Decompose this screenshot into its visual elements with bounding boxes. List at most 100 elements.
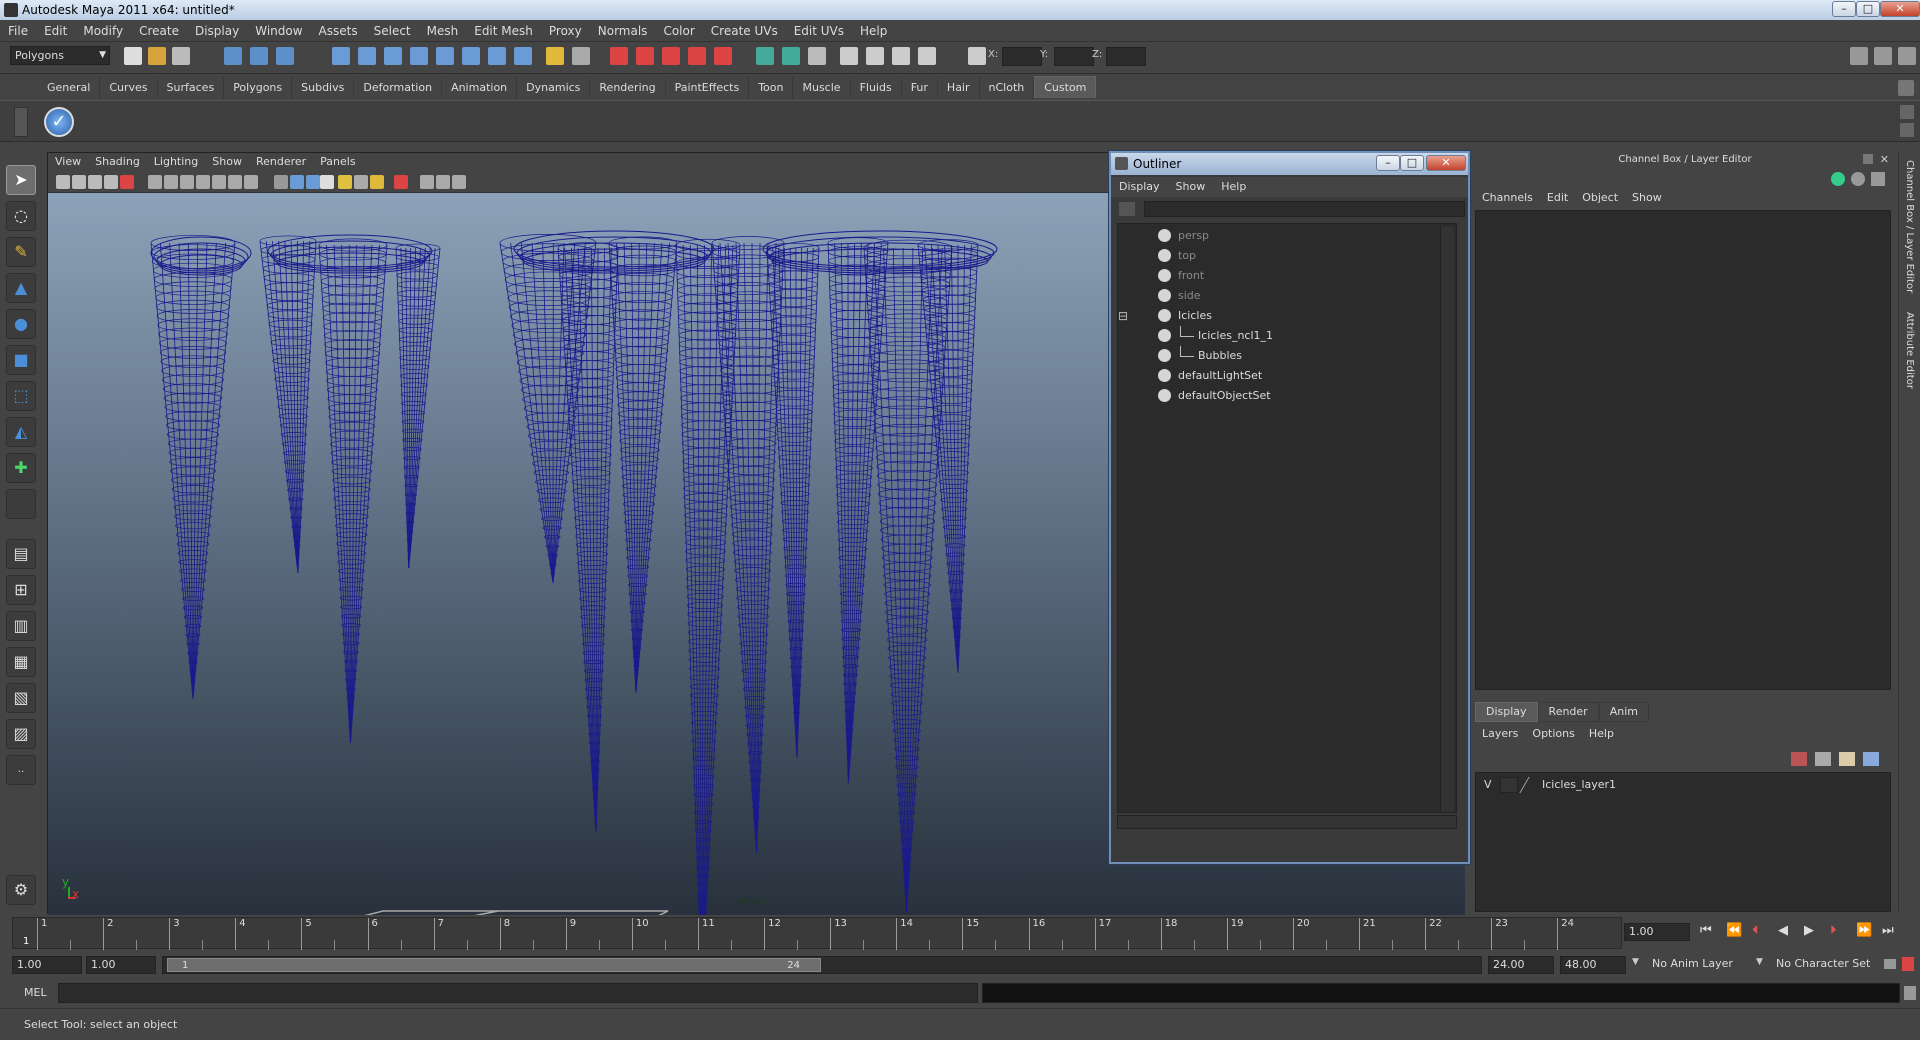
lasso-tool-icon[interactable]: ◌ xyxy=(6,201,36,231)
shelf-scroll-up-icon[interactable] xyxy=(1900,105,1914,119)
channel-box-close-icon[interactable]: ✕ xyxy=(1880,153,1889,166)
menu-edit-uvs[interactable]: Edit UVs xyxy=(786,20,852,42)
current-time-field[interactable]: 1.00 xyxy=(1624,923,1690,941)
layer-color-swatch[interactable] xyxy=(1519,777,1543,793)
shelf-tab-general[interactable]: General xyxy=(38,77,101,99)
shelf-tab-rendering[interactable]: Rendering xyxy=(590,77,666,99)
smooth-shading-icon[interactable] xyxy=(290,175,304,189)
snap-view-plane-icon[interactable] xyxy=(462,47,480,65)
move-tool-icon[interactable]: ▲ xyxy=(6,273,36,303)
step-back-frame-icon[interactable]: ⏪ xyxy=(1726,923,1742,938)
menu-assets[interactable]: Assets xyxy=(311,20,366,42)
anim-layer-select[interactable]: No Anim Layer xyxy=(1648,956,1758,974)
shadows-icon[interactable] xyxy=(354,175,368,189)
outliner-item-top[interactable]: top xyxy=(1118,246,1456,266)
animation-end-field[interactable]: 48.00 xyxy=(1560,956,1626,974)
viewport-menu-lighting[interactable]: Lighting xyxy=(147,153,205,171)
absolute-transform-icon[interactable] xyxy=(866,47,884,65)
select-tool-icon[interactable]: ➤ xyxy=(6,165,36,195)
channel-box-speed-icon[interactable] xyxy=(1851,172,1865,186)
smooth-wire-shading-icon[interactable] xyxy=(306,175,320,189)
animation-preferences-icon[interactable] xyxy=(1902,957,1914,971)
shelf-tab-fur[interactable]: Fur xyxy=(902,77,938,99)
outliner-titlebar[interactable]: Outliner – □ ✕ xyxy=(1111,153,1468,175)
range-slider-track[interactable]: 1 24 xyxy=(162,956,1482,974)
outliner-item-bubbles[interactable]: Bubbles xyxy=(1118,346,1456,366)
four-view-layout-icon[interactable]: ⊞ xyxy=(6,575,36,605)
shelf-tab-painteffects[interactable]: PaintEffects xyxy=(666,77,750,99)
playback-start-field[interactable]: 1.00 xyxy=(86,956,156,974)
outliner-item-side[interactable]: side xyxy=(1118,286,1456,306)
layer-visibility-toggle[interactable]: V xyxy=(1484,775,1492,795)
menu-color[interactable]: Color xyxy=(655,20,702,42)
collapse-toggle-icon[interactable]: ⊟ xyxy=(1118,306,1128,326)
outliner-item-front[interactable]: front xyxy=(1118,266,1456,286)
shelf-tab-dynamics[interactable]: Dynamics xyxy=(517,77,591,99)
script-editor-icon[interactable]: ⚙ xyxy=(6,875,36,905)
ambient-occlusion-icon[interactable] xyxy=(370,175,384,189)
tab-attribute-editor[interactable]: Attribute Editor xyxy=(1901,312,1917,389)
go-to-start-icon[interactable]: ⏮ xyxy=(1700,923,1712,938)
new-scene-icon[interactable] xyxy=(124,47,142,65)
last-tool-slot[interactable] xyxy=(6,489,36,519)
outliner-filter-icon[interactable] xyxy=(1119,202,1135,216)
time-slider[interactable]: 1 1 2 3 4 5 6 7 8 9 10 11 12 13 14 15 16 17 18 19 20 21 22 23 2… xyxy=(12,917,1622,950)
shelf-tab-polygons[interactable]: Polygons xyxy=(224,77,293,99)
outliner-maximize-button[interactable]: □ xyxy=(1400,155,1424,171)
menu-select[interactable]: Select xyxy=(366,20,419,42)
use-all-lights-icon[interactable] xyxy=(338,175,352,189)
y-coordinate-field[interactable] xyxy=(1054,47,1094,66)
menu-normals[interactable]: Normals xyxy=(590,20,656,42)
menu-display[interactable]: Display xyxy=(187,20,247,42)
select-component-icon[interactable] xyxy=(276,47,294,65)
snap-curve-icon[interactable] xyxy=(410,47,428,65)
safe-action-icon[interactable] xyxy=(228,175,242,189)
layer-menu-help[interactable]: Help xyxy=(1582,724,1621,744)
layout-options-icon[interactable]: ‥ xyxy=(6,755,36,785)
open-scene-icon[interactable] xyxy=(148,47,166,65)
textures-icon[interactable] xyxy=(320,175,334,189)
highlight-selection-icon[interactable] xyxy=(358,47,376,65)
shelf-tab-custom[interactable]: Custom xyxy=(1034,76,1097,98)
menu-create[interactable]: Create xyxy=(131,20,187,42)
z-coordinate-field[interactable] xyxy=(1106,47,1146,66)
menu-help[interactable]: Help xyxy=(852,20,895,42)
isolate-select-icon[interactable] xyxy=(394,175,408,189)
minimize-button[interactable]: – xyxy=(1832,1,1856,17)
layer-tab-anim[interactable]: Anim xyxy=(1598,702,1649,722)
xray-joints-icon[interactable] xyxy=(436,175,450,189)
attribute-editor-icon[interactable] xyxy=(1898,47,1916,65)
menu-edit-mesh[interactable]: Edit Mesh xyxy=(466,20,541,42)
command-input[interactable] xyxy=(58,983,978,1003)
make-live-icon[interactable] xyxy=(488,47,506,65)
transform-mode-icon[interactable] xyxy=(968,47,986,65)
persp-graph-layout-icon[interactable]: ▦ xyxy=(6,647,36,677)
single-perspective-layout-icon[interactable]: ▤ xyxy=(6,539,36,569)
shelf-tab-hair[interactable]: Hair xyxy=(938,77,980,99)
key-icon[interactable] xyxy=(1884,959,1896,969)
shelf-tab-ncloth[interactable]: nCloth xyxy=(980,77,1035,99)
menu-modify[interactable]: Modify xyxy=(75,20,131,42)
channel-menu-show[interactable]: Show xyxy=(1625,188,1669,208)
script-editor-button-icon[interactable] xyxy=(1904,986,1916,1000)
move-layer-down-icon[interactable] xyxy=(1815,752,1831,766)
range-slider-handle[interactable]: 1 24 xyxy=(167,958,821,972)
camera-attributes-icon[interactable] xyxy=(72,175,86,189)
field-chart-icon[interactable] xyxy=(212,175,226,189)
new-layer-selected-icon[interactable] xyxy=(1863,752,1879,766)
viewport-menu-show[interactable]: Show xyxy=(205,153,249,171)
tab-channel-box-layer-editor[interactable]: Channel Box / Layer Editor xyxy=(1901,160,1917,293)
outliner-menu-help[interactable]: Help xyxy=(1213,177,1254,197)
resolution-gate-icon[interactable] xyxy=(180,175,194,189)
menu-edit[interactable]: Edit xyxy=(36,20,75,42)
layer-menu-options[interactable]: Options xyxy=(1525,724,1581,744)
select-object-icon[interactable] xyxy=(250,47,268,65)
viewport-menu-shading[interactable]: Shading xyxy=(88,153,147,171)
layer-editor-toggle-icon[interactable] xyxy=(1874,47,1892,65)
rotate-tool-icon[interactable]: ● xyxy=(6,309,36,339)
shelf-tab-curves[interactable]: Curves xyxy=(100,77,158,99)
two-d-pan-zoom-icon[interactable] xyxy=(120,175,134,189)
shelf-tab-deformation[interactable]: Deformation xyxy=(354,77,443,99)
outliner-menu-display[interactable]: Display xyxy=(1111,177,1168,197)
snap-grid-icon[interactable] xyxy=(384,47,402,65)
